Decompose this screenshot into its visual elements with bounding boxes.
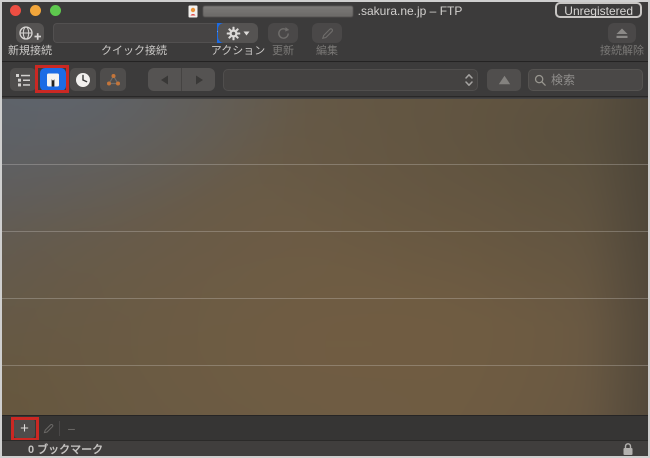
statusbar: 0 ブックマーク [2,440,648,456]
blurred-content [2,98,648,415]
segment-history-view[interactable] [70,68,96,91]
back-arrow-icon [160,75,170,85]
new-connection-label: 新規接続 [8,46,52,57]
eject-icon [615,27,629,40]
redacted-hostname [203,6,353,17]
history-nav-buttons [148,68,215,91]
titlebar: .sakura.ne.jp – FTP Unregistered [2,2,648,20]
edit-group: 編集 [308,23,346,57]
bookmarks-list-area[interactable] [2,98,648,415]
close-window-button[interactable] [10,5,21,16]
search-field[interactable] [528,69,643,91]
row-separator [2,365,648,366]
action-group: アクション [213,23,263,57]
remove-bookmark-button[interactable]: − [61,419,82,438]
segment-bookmarks-view[interactable] [40,68,66,91]
up-arrow-icon [498,75,511,85]
action-menu-button[interactable] [218,23,258,43]
disconnect-label: 接続解除 [600,46,644,57]
search-icon [534,74,546,86]
divider [59,421,60,436]
globe-plus-icon [18,25,42,41]
bookmark-actions-bar: + − [2,415,648,440]
refresh-label: 更新 [272,46,294,57]
pencil-icon [42,422,55,435]
disconnect-button[interactable] [608,23,636,43]
new-connection-button[interactable] [16,23,44,43]
main-toolbar: 新規接続 クイック接続 [2,20,648,62]
window-title: .sakura.ne.jp – FTP [358,4,463,18]
forward-arrow-icon [194,75,204,85]
quick-connect-label: クイック接続 [101,46,167,57]
app-window: .sakura.ne.jp – FTP Unregistered 新規接続 [0,0,650,458]
segment-list-view[interactable] [10,68,36,91]
quick-connect-group: クイック接続 [53,23,215,57]
bookmarks-icon [46,73,60,87]
gear-icon [226,26,241,41]
row-separator [2,298,648,299]
edit-bookmark-button[interactable] [38,419,59,438]
chevron-down-icon [243,31,250,36]
back-button[interactable] [148,68,182,91]
window-title-group: .sakura.ne.jp – FTP [122,2,528,20]
quick-connect-input[interactable] [53,23,217,43]
forward-button[interactable] [182,68,215,91]
parent-directory-button[interactable] [487,69,521,91]
path-popup-button[interactable] [223,69,478,91]
edit-button[interactable] [312,23,342,43]
row-separator [2,231,648,232]
view-toolbar [2,63,648,97]
refresh-icon [276,26,291,41]
lock-icon [622,442,634,456]
refresh-button[interactable] [268,23,298,43]
network-nodes-icon [106,73,121,87]
refresh-group: 更新 [264,23,302,57]
pencil-icon [320,26,335,41]
list-view-icon [16,73,31,87]
minimize-window-button[interactable] [30,5,41,16]
edit-label: 編集 [316,46,338,57]
up-down-chevrons-icon [465,73,473,87]
action-label: アクション [211,46,265,57]
zoom-window-button[interactable] [50,5,61,16]
segment-network-view[interactable] [100,68,126,91]
new-connection-group: 新規接続 [4,23,56,57]
search-input[interactable] [549,72,637,88]
history-clock-icon [75,72,91,88]
row-separator [2,164,648,165]
document-proxy-icon [188,5,198,18]
disconnect-group: 接続解除 [598,23,646,57]
bookmarks-count: 0 ブックマーク [28,441,103,457]
add-bookmark-button[interactable]: + [14,419,35,438]
unregistered-badge: Unregistered [555,2,642,18]
